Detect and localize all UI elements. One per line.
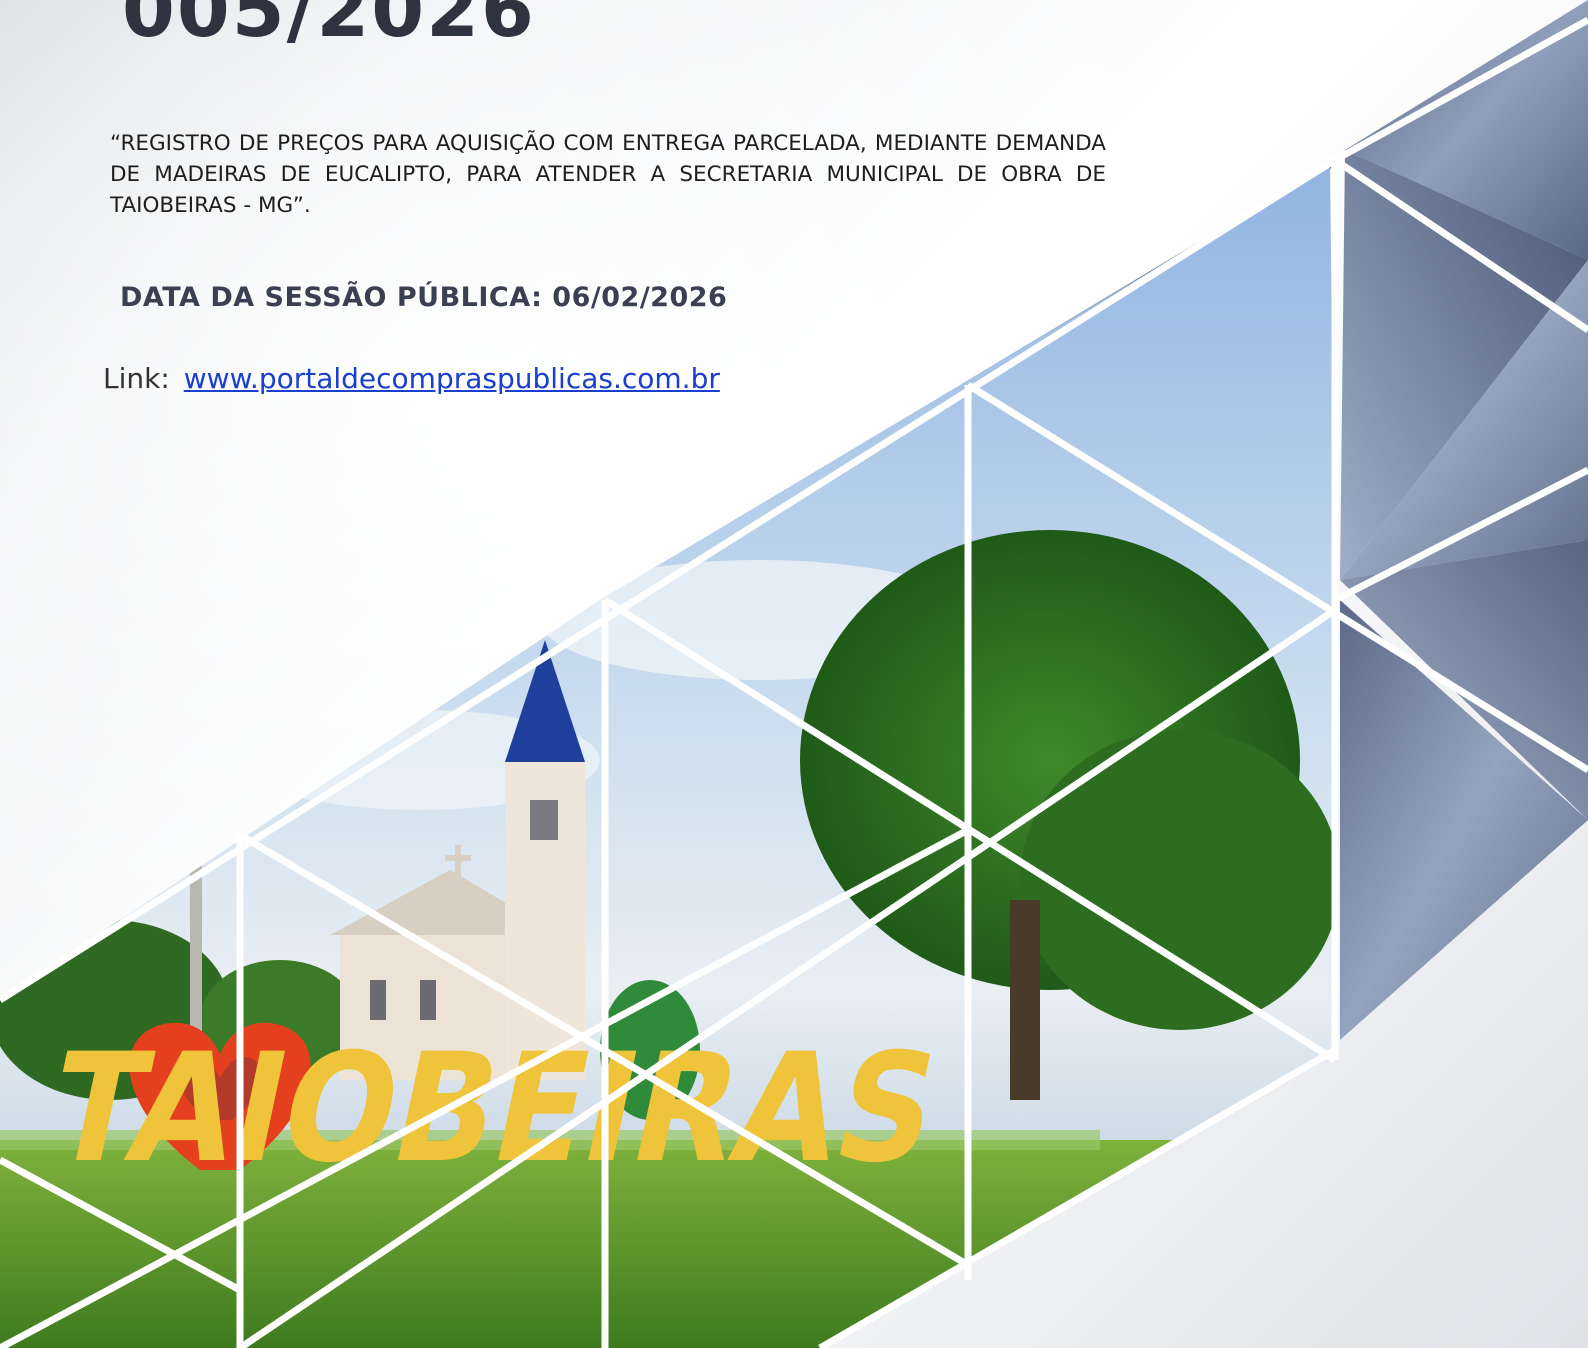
procurement-object-text: “REGISTRO DE PREÇOS PARA AQUISIÇÃO COM E… <box>110 131 1106 218</box>
city-photo: TAIOBEIRAS <box>0 165 1335 1348</box>
session-date: DATA DA SESSÃO PÚBLICA: 06/02/2026 <box>120 282 728 313</box>
city-sign-text: TAIOBEIRAS <box>36 1021 953 1196</box>
portal-link[interactable]: www.portaldecompraspublicas.com.br <box>184 362 720 395</box>
link-label: Link: <box>103 362 170 395</box>
link-row: Link: www.portaldecompraspublicas.com.br <box>103 362 720 395</box>
document-title: 005/2026 <box>122 0 536 54</box>
